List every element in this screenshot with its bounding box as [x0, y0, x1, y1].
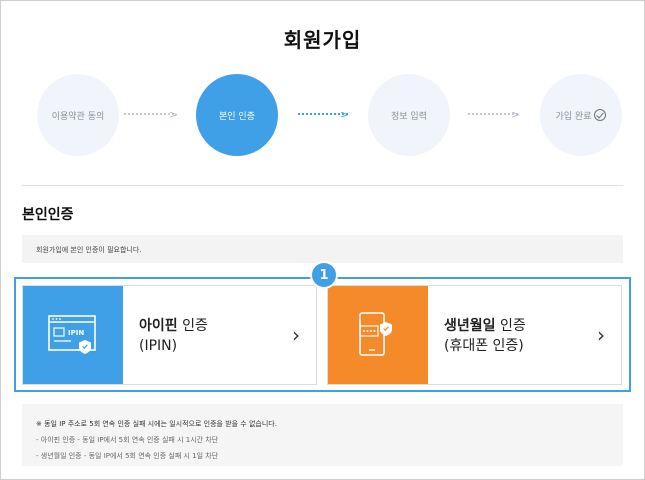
divider: [22, 185, 623, 186]
svg-text:IPIN: IPIN: [68, 329, 84, 337]
step-label: 정보 입력: [391, 111, 427, 122]
birthdate-card-title: 생년월일 인증: [444, 318, 526, 334]
step-label: 이용약관 동의: [51, 111, 105, 122]
ipin-icon-panel: IPIN: [23, 286, 123, 384]
info-line-ipin: - 아이핀 인증 - 동일 IP에서 5회 연속 인증 실패 시 1시간 차단: [36, 436, 219, 444]
chevron-right-icon: >: [340, 108, 350, 121]
step-label: 가입 완료: [555, 111, 592, 122]
chevron-right-icon: >: [511, 108, 521, 121]
step-connector: [124, 113, 174, 115]
birthdate-verification-card[interactable]: 생년월일 인증 (휴대폰 인증) ›: [327, 285, 622, 385]
step-info-input: 정보 입력: [368, 74, 450, 156]
ipin-card-subtitle: (IPIN): [139, 338, 178, 354]
info-box: ※ 동일 IP 주소로 5회 연속 인증 실패 시에는 일시적으로 인증을 받을…: [22, 404, 623, 466]
phone-shield-icon: [359, 312, 392, 356]
check-circle-icon: [594, 109, 607, 121]
phone-icon-panel: [328, 286, 428, 384]
section-title: 본인인증: [22, 207, 74, 223]
page-title: 회원가입: [283, 28, 362, 52]
step-terms-agreement: 이용약관 동의: [37, 74, 119, 156]
ipin-verification-card[interactable]: IPIN 아이핀 인증 (IPIN) ›: [22, 285, 317, 385]
step-signup-complete: 가입 완료: [540, 74, 622, 156]
callout-number-badge: 1: [310, 261, 338, 289]
birthdate-card-subtitle: (휴대폰 인증): [444, 338, 524, 354]
chevron-right-icon: ›: [292, 323, 300, 347]
info-lead-text: ※ 동일 IP 주소로 5회 연속 인증 실패 시에는 일시적으로 인증을 받을…: [36, 420, 277, 428]
ipin-card-title: 아이핀 인증: [139, 318, 208, 334]
notice-text: 회원가입에 본인 인증이 필요합니다.: [36, 246, 142, 254]
birthdate-card-text: 생년월일 인증 (휴대폰 인증): [428, 286, 621, 384]
ipin-icon: IPIN: [48, 315, 96, 354]
ipin-card-text: 아이핀 인증 (IPIN): [123, 286, 316, 384]
chevron-right-icon: ›: [597, 323, 605, 347]
step-label: 본인 인증: [219, 111, 255, 122]
notice-box: 회원가입에 본인 인증이 필요합니다.: [22, 235, 623, 263]
info-line-birthdate: - 생년월일 인증 - 동일 IP에서 5회 연속 인증 실패 시 1일 차단: [36, 452, 219, 460]
chevron-right-icon: >: [169, 108, 179, 121]
step-identity-verification: 본인 인증: [196, 74, 278, 156]
